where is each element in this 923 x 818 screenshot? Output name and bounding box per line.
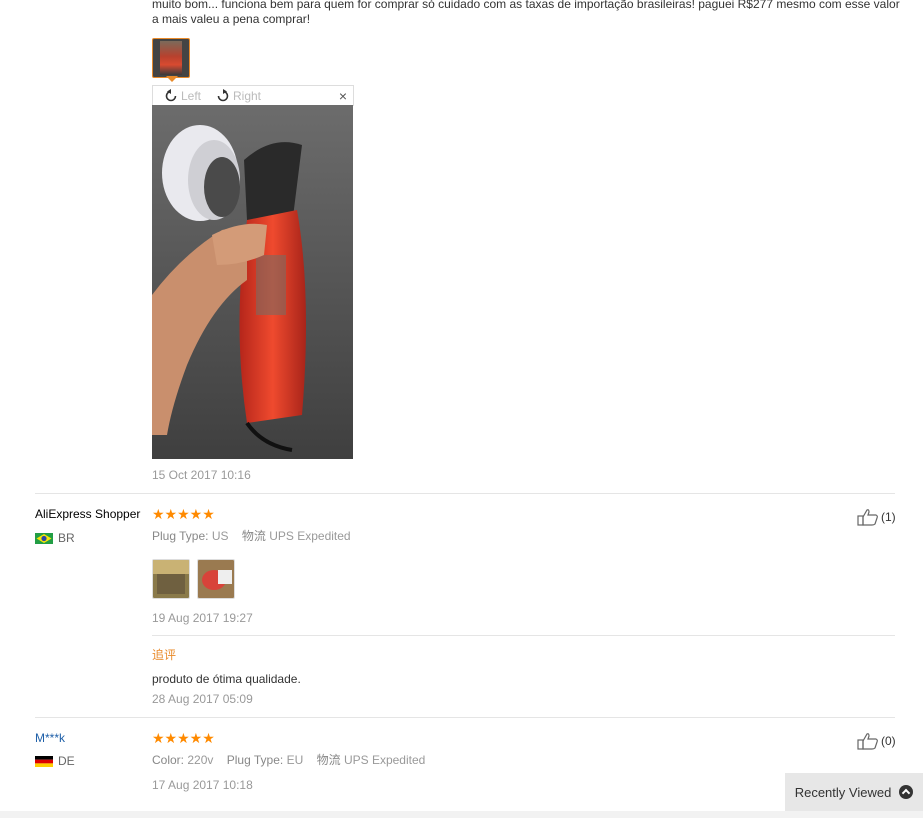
polisher-photo-image — [152, 105, 353, 459]
thumbs-up-icon — [857, 733, 878, 750]
helpful-count: (1) — [881, 510, 896, 524]
followup-text: produto de ótima qualidade. — [152, 672, 301, 686]
photo-viewer-toolbar: Left Right × — [152, 85, 354, 106]
rotate-left-button[interactable]: Left — [163, 86, 201, 106]
review-photo-thumbnail[interactable] — [197, 559, 235, 599]
review-date: 15 Oct 2017 10:16 — [152, 468, 251, 482]
plug-type-label: Plug Type: — [226, 753, 284, 767]
rotate-right-icon — [217, 89, 229, 102]
reviewer-name[interactable]: M***k — [35, 731, 65, 745]
reviewer-country: DE — [35, 754, 75, 768]
review-text: muito bom... funciona bem para quem for … — [152, 0, 900, 26]
review-photo-thumbnail-selected[interactable] — [152, 38, 190, 78]
selected-thumbnail-caret — [166, 76, 178, 82]
close-viewer-button[interactable]: × — [339, 88, 347, 104]
plug-type-label: Plug Type: — [152, 529, 209, 543]
rotate-left-label: Left — [181, 89, 202, 103]
chevron-up-icon — [899, 785, 914, 799]
plug-type-value: US — [211, 529, 229, 543]
review-date: 17 Aug 2017 10:18 — [152, 778, 253, 792]
helpful-button[interactable]: (1) — [857, 508, 896, 526]
thumbs-up-icon — [857, 509, 878, 526]
stars-icon: ★★★★★ — [152, 730, 215, 746]
order-info: Plug Type: US 物流 UPS Expedited — [152, 527, 351, 544]
country-code: DE — [58, 754, 75, 768]
plug-type-value: EU — [286, 753, 304, 767]
order-info: Color: 220v Plug Type: EU 物流 UPS Expedit… — [152, 751, 425, 768]
review-date: 19 Aug 2017 19:27 — [152, 611, 253, 625]
star-rating: ★★★★★ — [152, 507, 215, 521]
recently-viewed-button[interactable]: Recently Viewed — [785, 773, 923, 811]
followup-divider — [152, 635, 895, 636]
followup-date: 28 Aug 2017 05:09 — [152, 692, 253, 706]
germany-flag-icon — [35, 755, 53, 767]
shipping-label: 物流 — [316, 753, 341, 767]
star-rating: ★★★★★ — [152, 731, 215, 745]
shipping-value: UPS Expedited — [343, 753, 426, 767]
reviewer-name: AliExpress Shopper — [35, 507, 141, 521]
recently-viewed-label: Recently Viewed — [794, 784, 892, 800]
page-bottom-border — [0, 811, 923, 818]
review-divider — [35, 717, 895, 718]
review-photo-large — [152, 105, 353, 459]
followup-label: 追评 — [152, 648, 177, 662]
shipping-label: 物流 — [241, 529, 266, 543]
review-divider — [35, 493, 895, 494]
rotate-left-icon — [165, 89, 177, 102]
color-value: 220v — [187, 753, 214, 767]
country-code: BR — [58, 531, 75, 545]
rotate-right-button[interactable]: Right — [215, 86, 261, 106]
brazil-flag-icon — [35, 532, 53, 544]
stars-icon: ★★★★★ — [152, 506, 215, 522]
review-photo-thumbnail[interactable] — [152, 559, 190, 599]
reviewer-country: BR — [35, 531, 75, 545]
shipping-value: UPS Expedited — [269, 529, 351, 543]
rotate-right-label: Right — [233, 89, 262, 103]
helpful-count: (0) — [881, 734, 896, 748]
helpful-button[interactable]: (0) — [857, 732, 896, 750]
color-label: Color: — [152, 753, 185, 767]
